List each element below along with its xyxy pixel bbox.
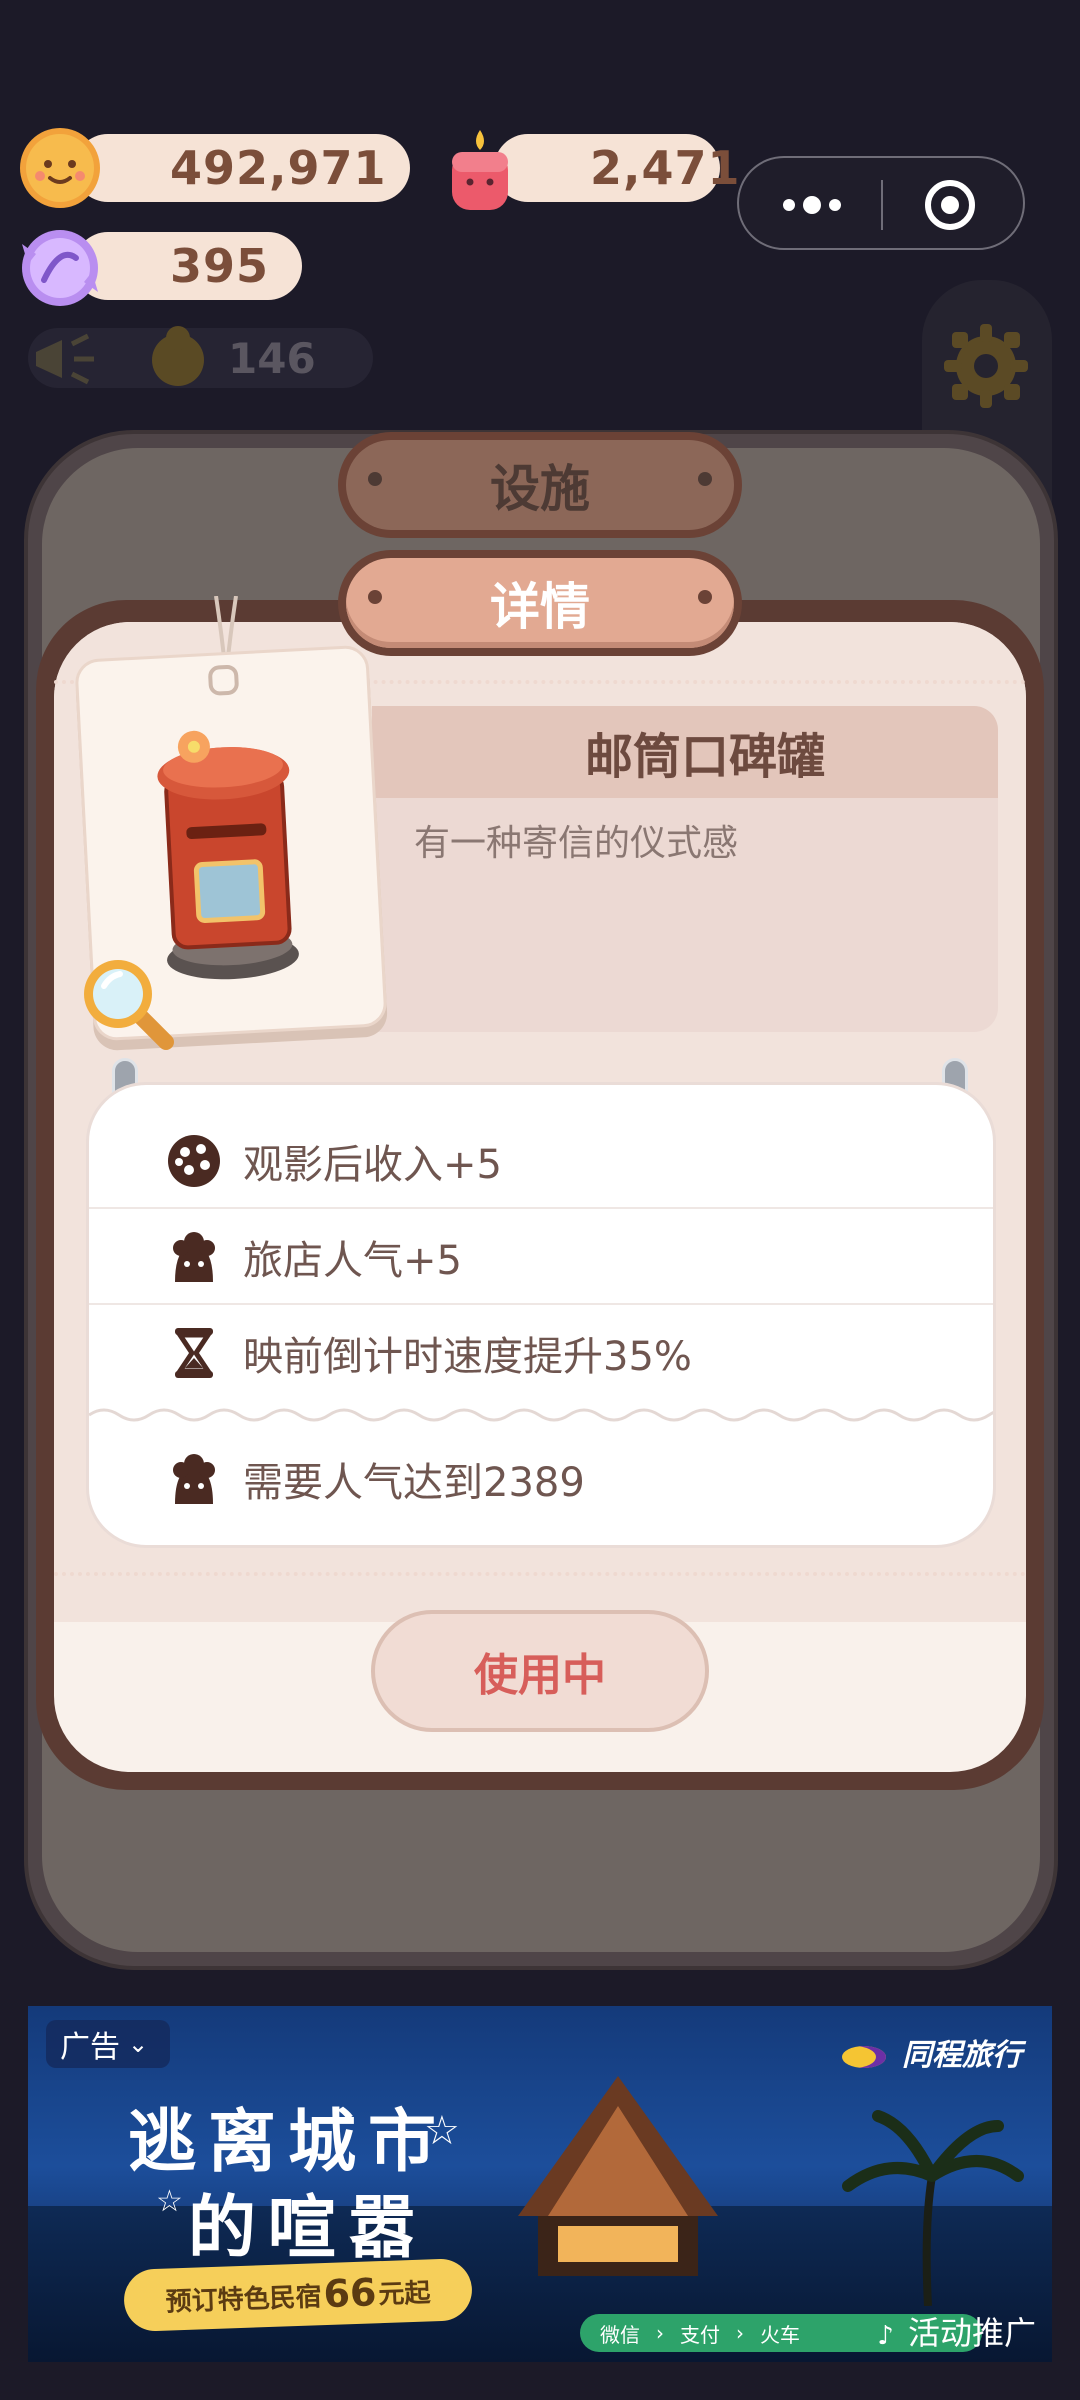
in-use-button[interactable]: 使用中 <box>371 1610 709 1732</box>
hut-illustration <box>498 2066 738 2306</box>
cookie-icon <box>165 1132 223 1190</box>
stat-text: 映前倒计时速度提升35% <box>243 1334 692 1380</box>
stat-row-countdown: 映前倒计时速度提升35% <box>89 1305 993 1401</box>
pay-option-wechat: 微信 <box>600 2322 640 2347</box>
candy-count: 395 <box>170 239 270 293</box>
candle-count: 2,471 <box>590 141 741 195</box>
item-name: 邮筒口碑罐 <box>584 729 825 785</box>
stat-text: 观影后收入+5 <box>243 1142 502 1188</box>
tiktok-icon: ♪ <box>877 2321 894 2351</box>
ad-brand: 同程旅行 <box>841 2030 1022 2074</box>
requirement-row: 需要人气达到2389 <box>89 1431 993 1527</box>
stat-row-popularity: 旅店人气+5 <box>89 1209 993 1305</box>
stat-text: 旅店人气+5 <box>243 1238 462 1284</box>
requirement-text: 需要人气达到2389 <box>243 1460 585 1506</box>
ad-cta[interactable]: ♪ 活动推广 <box>877 2308 1036 2354</box>
facilities-title: 设施 <box>490 460 590 518</box>
brand-logo-icon <box>841 2045 886 2068</box>
promo-suffix: 元起 <box>377 2277 431 2310</box>
ad-banner[interactable]: 广告 ⌄ 同程旅行 逃离城市 的喧嚣 ☆ ☆ 预订特色民宿 66 元起 微信 ›… <box>28 2006 1052 2362</box>
pay-option-pay: 支付 <box>680 2322 720 2347</box>
fan-icon <box>165 1228 223 1286</box>
facilities-header: 设施 <box>338 432 742 538</box>
candy-counter: 395 <box>74 232 302 300</box>
secondary-count: 146 <box>228 334 316 383</box>
details-title: 详情 <box>490 578 590 636</box>
megaphone-icon <box>28 332 112 386</box>
star-icon: ☆ <box>156 2184 183 2219</box>
more-options-button[interactable] <box>777 186 847 224</box>
cookie-icon <box>16 124 104 212</box>
star-icon: ☆ <box>424 2108 460 2154</box>
item-info: 邮筒口碑罐 有一种寄信的仪式感 <box>372 706 998 1032</box>
candle-icon <box>444 126 516 216</box>
promo-prefix: 预订特色民宿 <box>165 2281 323 2318</box>
chevron-down-icon: ⌄ <box>128 2030 149 2058</box>
fan-face-icon <box>148 324 208 390</box>
ad-promo: 预订特色民宿 66 元起 <box>123 2257 473 2333</box>
ad-badge[interactable]: 广告 ⌄ <box>46 2020 170 2068</box>
details-header: 详情 <box>338 550 742 656</box>
hourglass-icon <box>165 1324 223 1382</box>
item-description: 有一种寄信的仪式感 <box>414 823 739 864</box>
cookie-counter: 492,971 <box>74 134 410 202</box>
stats-card: 观影后收入+5 旅店人气+5 映前倒计时速度提升35% 需要人气达到2389 <box>86 1082 996 1548</box>
cookie-count: 492,971 <box>170 141 387 195</box>
settings-gear-icon[interactable] <box>940 320 1032 412</box>
postbox-icon <box>141 721 314 989</box>
palm-tree-illustration <box>828 2106 1028 2307</box>
promo-number: 66 <box>322 2270 378 2317</box>
candy-icon <box>16 224 104 312</box>
pay-option-train: 火车 <box>760 2322 800 2347</box>
ad-title-line2: 的喧嚣 <box>188 2189 429 2268</box>
ad-title-line1: 逃离城市 <box>128 2103 449 2182</box>
ad-badge-label: 广告 <box>60 2030 120 2065</box>
fan-icon <box>165 1450 223 1508</box>
ad-cta-label: 活动推广 <box>907 2314 1036 2352</box>
in-use-label: 使用中 <box>474 1650 606 1701</box>
dimmed-info-row: 146 <box>28 326 373 388</box>
candle-counter: 2,471 <box>494 134 740 202</box>
brand-name: 同程旅行 <box>902 2038 1022 2073</box>
wavy-divider <box>89 1403 993 1427</box>
miniprogram-capsule <box>737 156 1025 250</box>
magnifier-icon[interactable] <box>76 952 176 1052</box>
close-miniprogram-button[interactable] <box>923 178 977 232</box>
stat-row-income: 观影后收入+5 <box>89 1113 993 1209</box>
